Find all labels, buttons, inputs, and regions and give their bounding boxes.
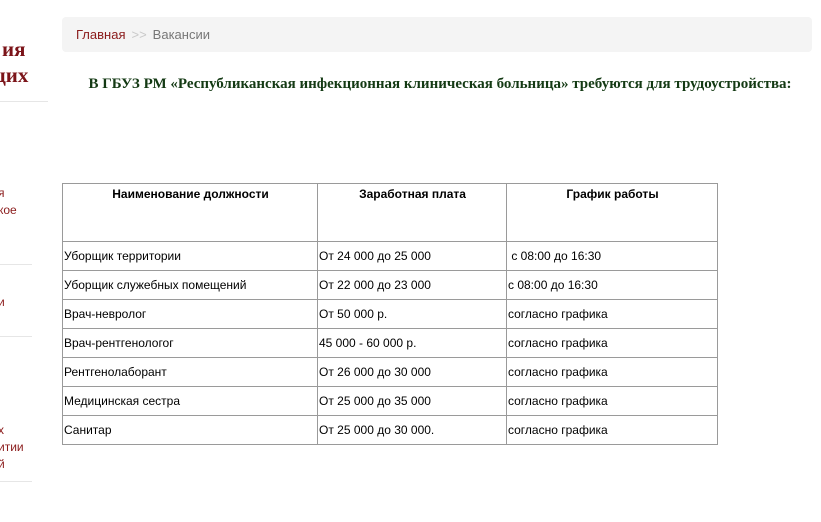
cell-salary: 45 000 - 60 000 р. (317, 328, 507, 358)
table-row: Медицинская сестра От 25 000 до 35 000 с… (62, 386, 718, 416)
site-title-line2: щих (0, 63, 29, 87)
vacancies-table: Наименование должности Заработная плата … (62, 183, 718, 445)
table-row: Санитар От 25 000 до 30 000. согласно гр… (62, 415, 718, 445)
cell-schedule: согласно графика (506, 299, 718, 329)
column-header-position: Наименование должности (62, 183, 318, 242)
breadcrumb-separator: >> (131, 27, 147, 42)
sidebar-divider (0, 481, 32, 482)
cell-salary: От 25 000 до 30 000. (317, 415, 507, 445)
site-title-line1: ия (2, 37, 26, 61)
table-row: Уборщик территории От 24 000 до 25 000 с… (62, 241, 718, 271)
cell-position: Уборщик служебных помещений (62, 270, 318, 300)
sidebar-link[interactable]: я кое (0, 185, 17, 219)
cell-salary: От 26 000 до 30 000 (317, 357, 507, 387)
page-heading: В ГБУЗ РМ «Республиканская инфекционная … (88, 76, 792, 92)
cell-position: Санитар (62, 415, 318, 445)
sidebar: ия щих я кое и х итии й (0, 0, 48, 522)
table-row: Врач-рентгенологог 45 000 - 60 000 р. со… (62, 328, 718, 358)
sidebar-divider (0, 264, 32, 265)
table-row: Уборщик служебных помещений От 22 000 до… (62, 270, 718, 300)
sidebar-link[interactable]: и (0, 294, 5, 311)
cell-salary: От 24 000 до 25 000 (317, 241, 507, 271)
cell-schedule: согласно графика (506, 415, 718, 445)
table-row: Рентгенолаборант От 26 000 до 30 000 сог… (62, 357, 718, 387)
cell-schedule: согласно графика (506, 386, 718, 416)
sidebar-link-text: итии (0, 440, 24, 454)
cell-salary: От 22 000 до 23 000 (317, 270, 507, 300)
breadcrumb-current: Вакансии (152, 27, 210, 42)
column-header-salary: Заработная плата (317, 183, 507, 242)
table-header-row: Наименование должности Заработная плата … (62, 183, 718, 242)
site-title: ия щих (0, 36, 48, 88)
sidebar-link-text: х (0, 423, 4, 437)
sidebar-divider (0, 101, 48, 102)
sidebar-link-text: и (0, 295, 5, 309)
cell-position: Врач-рентгенологог (62, 328, 318, 358)
cell-schedule: с 08:00 до 16:30 (506, 241, 718, 271)
cell-schedule: согласно графика (506, 357, 718, 387)
cell-salary: От 25 000 до 35 000 (317, 386, 507, 416)
sidebar-link-text: кое (0, 203, 17, 217)
cell-salary: От 50 000 р. (317, 299, 507, 329)
sidebar-divider (0, 336, 32, 337)
sidebar-link-text: й (0, 457, 5, 471)
column-header-schedule: График работы (506, 183, 718, 242)
cell-schedule: согласно графика (506, 328, 718, 358)
cell-position: Рентгенолаборант (62, 357, 318, 387)
sidebar-link[interactable]: х итии й (0, 422, 24, 473)
sidebar-link-text: я (0, 186, 5, 200)
breadcrumb: Главная >> Вакансии (62, 17, 812, 52)
cell-position: Медицинская сестра (62, 386, 318, 416)
breadcrumb-home-link[interactable]: Главная (76, 27, 125, 42)
cell-schedule: с 08:00 до 16:30 (506, 270, 718, 300)
cell-position: Уборщик территории (62, 241, 318, 271)
cell-position: Врач-невролог (62, 299, 318, 329)
table-row: Врач-невролог От 50 000 р. согласно граф… (62, 299, 718, 329)
